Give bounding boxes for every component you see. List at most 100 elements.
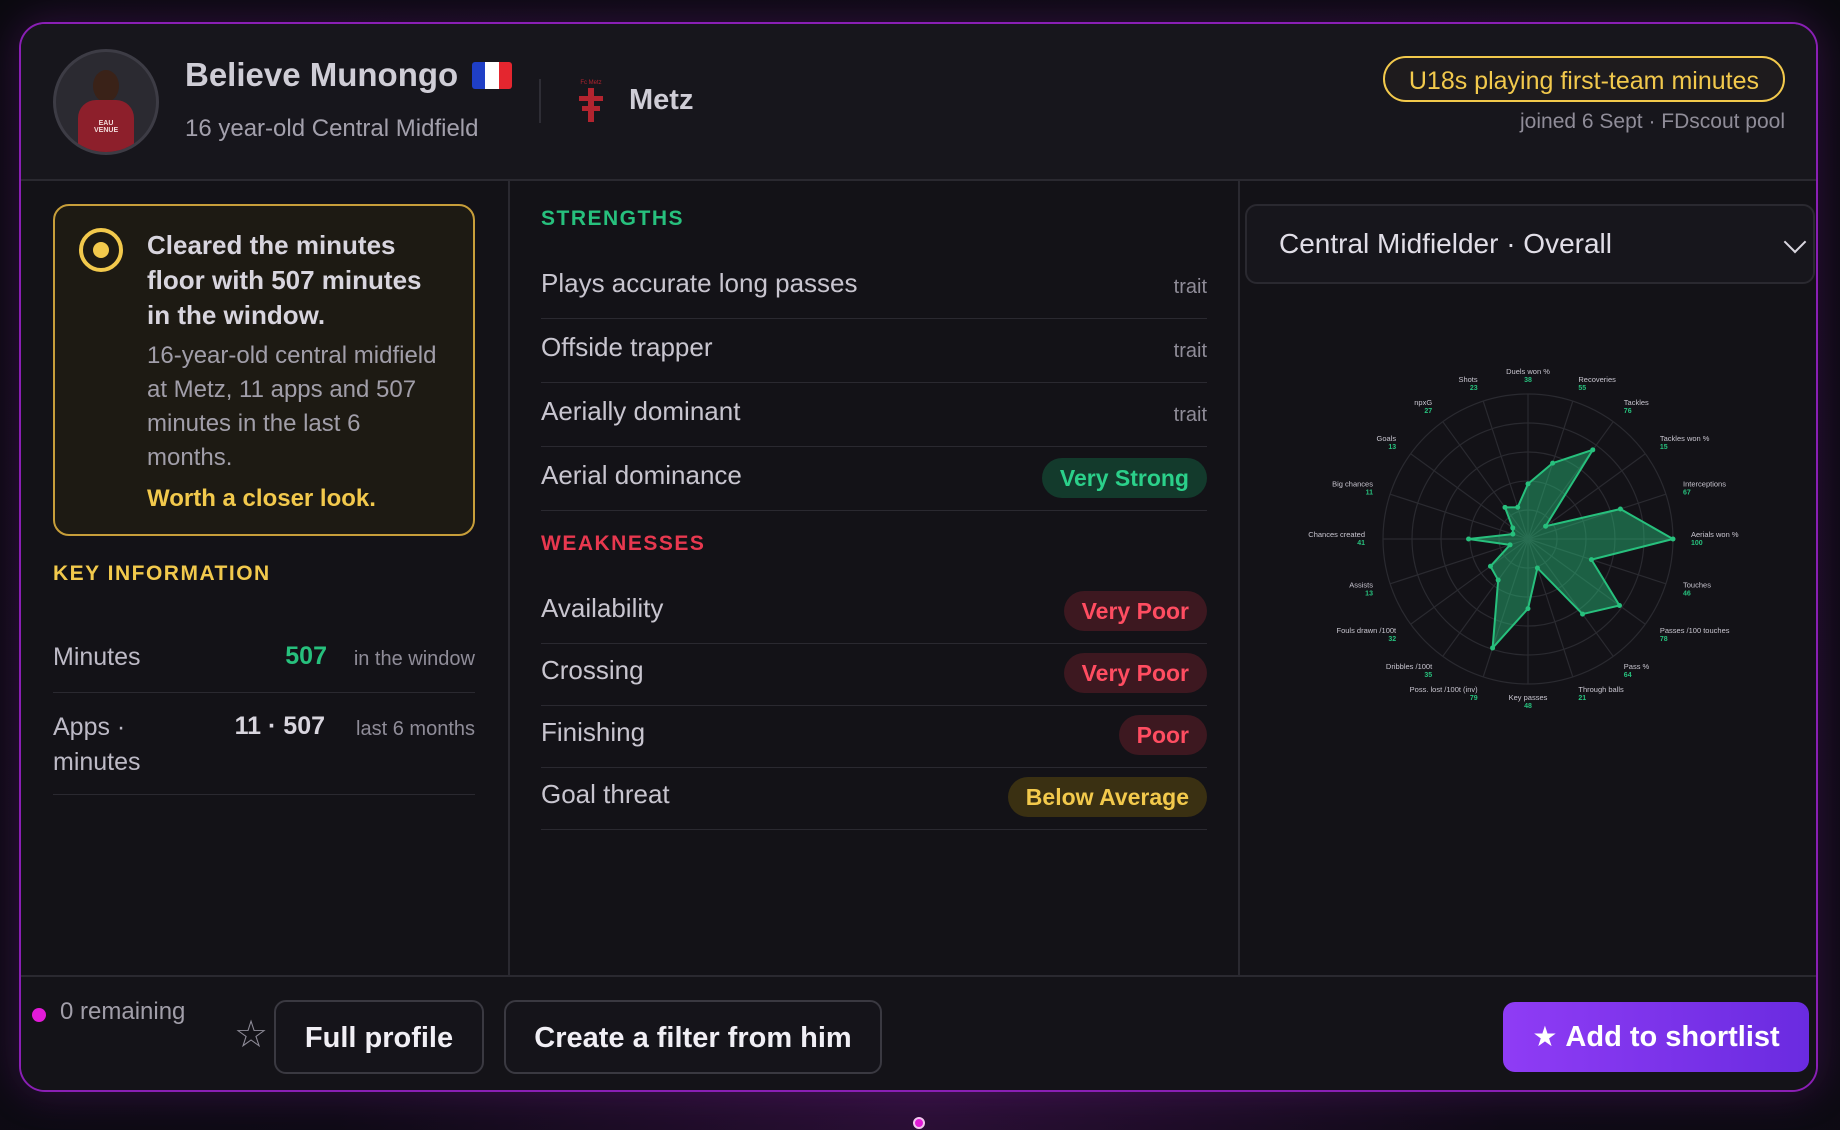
key-info-note: last 6 months xyxy=(356,718,475,740)
radar-value-label: 64 xyxy=(1624,672,1632,679)
key-info-row: Apps · minutes 11 · 507 last 6 months xyxy=(53,694,475,795)
weakness-name: Crossing xyxy=(541,655,644,685)
column-divider xyxy=(1238,179,1240,981)
remaining-count: 0 remaining xyxy=(60,998,186,1025)
rating-badge: Very Strong xyxy=(1041,458,1207,498)
radar-value-label: 13 xyxy=(1388,444,1396,451)
full-profile-button[interactable]: Full profile xyxy=(274,1000,484,1074)
notice-title: Cleared the minutes floor with 507 minut… xyxy=(147,230,422,330)
radar-axis-label: Assists xyxy=(1349,580,1373,589)
radar-axis-label: Key passes xyxy=(1509,693,1548,702)
radar-point xyxy=(1670,536,1676,542)
radar-axis-label: Interceptions xyxy=(1683,480,1726,489)
remaining-dot xyxy=(32,1008,46,1022)
key-info-label: Apps · minutes xyxy=(53,713,141,776)
pagination-dot[interactable] xyxy=(913,1117,925,1129)
radar-point xyxy=(1490,645,1496,651)
strength-name: Offside trapper xyxy=(541,332,713,362)
radar-axis-label: Dribbles /100t xyxy=(1386,662,1433,671)
rating-badge: Very Poor xyxy=(1063,653,1207,693)
radar-axis-label: Through balls xyxy=(1578,685,1624,694)
key-information-heading: KEY INFORMATION xyxy=(53,562,271,585)
radar-axis-label: npxG xyxy=(1414,398,1432,407)
key-info-label: Minutes xyxy=(53,643,141,671)
radar-value-label: 76 xyxy=(1624,408,1632,415)
weaknesses-heading: WEAKNESSES xyxy=(541,532,706,555)
strength-name: Plays accurate long passes xyxy=(541,268,858,298)
radar-point xyxy=(1495,577,1501,583)
weakness-name: Availability xyxy=(541,593,664,623)
weakness-name: Finishing xyxy=(541,717,646,747)
player-card: EAU VENUE Believe Munongo 16 year-old Ce… xyxy=(19,22,1818,1092)
radar-value-label: 21 xyxy=(1578,695,1586,702)
club-name[interactable]: Metz xyxy=(629,84,693,117)
radar-axis-label: Chances created xyxy=(1308,530,1365,539)
avatar-shirt-logo: EAU VENUE xyxy=(94,120,119,134)
radar-point xyxy=(1525,606,1531,612)
trait-tag: trait xyxy=(1173,404,1207,426)
player-avatar: EAU VENUE xyxy=(53,49,159,155)
radar-point xyxy=(1525,481,1531,487)
radar-axis-label: Shots xyxy=(1458,375,1477,384)
radar-axis-label: Duels won % xyxy=(1506,367,1550,376)
weakness-row: Availability Very Poor xyxy=(541,581,1207,644)
radar-axis-label: Fouls drawn /100t xyxy=(1337,626,1398,635)
radar-axis-label: Pass % xyxy=(1624,662,1650,671)
radar-chart: Duels won %38 Recoveries55 Tackles76 Tackle… xyxy=(1308,367,1739,710)
radar-point xyxy=(1515,504,1521,510)
radar-value-label: 78 xyxy=(1660,636,1668,643)
star-outline-icon[interactable]: ☆ xyxy=(234,1016,268,1054)
key-info-note: in the window xyxy=(353,648,475,670)
radar-value-label: 13 xyxy=(1365,590,1373,597)
strength-row: Offside trapper trait xyxy=(541,320,1207,383)
strength-name: Aerially dominant xyxy=(541,396,741,426)
radar-value-label: 35 xyxy=(1424,672,1432,679)
weakness-row: Finishing Poor xyxy=(541,705,1207,768)
weakness-name: Goal threat xyxy=(541,779,670,809)
strength-row: Aerial dominance Very Strong xyxy=(541,448,1207,511)
radar-value-label: 100 xyxy=(1691,540,1703,547)
player-name[interactable]: Believe Munongo xyxy=(185,56,458,94)
radar-point xyxy=(1510,531,1516,537)
position-profile-dropdown[interactable]: Central Midfielder · Overall xyxy=(1245,204,1815,284)
radar-spoke xyxy=(1410,453,1529,540)
radar-axis-label: Recoveries xyxy=(1578,375,1616,384)
france-flag-icon xyxy=(472,62,512,89)
radar-axis-label: Poss. lost /100t (inv) xyxy=(1410,685,1478,694)
radar-value-label: 67 xyxy=(1683,490,1691,497)
radar-point xyxy=(1617,506,1623,512)
radar-point xyxy=(1543,523,1549,529)
weakness-row: Crossing Very Poor xyxy=(541,643,1207,706)
rating-badge: Below Average xyxy=(1007,777,1207,817)
key-info-value: 507 xyxy=(285,642,327,670)
radar-point xyxy=(1590,447,1596,453)
chevron-down-icon xyxy=(1783,230,1807,254)
svg-text:Fc Metz: Fc Metz xyxy=(580,80,601,86)
radar-axis-label: Goals xyxy=(1377,434,1397,443)
radar-spoke xyxy=(1389,493,1529,540)
radar-value-label: 79 xyxy=(1470,695,1478,702)
strengths-heading: STRENGTHS xyxy=(541,207,685,230)
add-to-shortlist-button[interactable]: ★ Add to shortlist xyxy=(1503,1002,1809,1072)
radar-axis-label: Touches xyxy=(1683,580,1711,589)
u18-tag-badge: U18s playing first-team minutes xyxy=(1382,56,1785,102)
dropdown-label: Central Midfielder · Overall xyxy=(1279,228,1612,259)
minutes-notice: Cleared the minutes floor with 507 minut… xyxy=(53,204,475,536)
radar-value-label: 38 xyxy=(1524,377,1532,384)
rating-badge: Very Poor xyxy=(1063,591,1207,631)
radar-value-label: 11 xyxy=(1366,490,1374,497)
radar-value-label: 41 xyxy=(1357,540,1365,547)
radar-axis-label: Aerials won % xyxy=(1691,530,1739,539)
radar-value-label: 48 xyxy=(1524,703,1532,710)
radar-point xyxy=(1510,525,1516,531)
create-filter-button[interactable]: Create a filter from him xyxy=(504,1000,882,1074)
radar-point xyxy=(1580,611,1586,617)
strength-row: Aerially dominant trait xyxy=(541,384,1207,447)
target-icon xyxy=(79,228,123,272)
metz-crest-icon: Fc Metz xyxy=(579,80,603,122)
key-info-row: Minutes 507 in the window xyxy=(53,624,475,693)
radar-axis-label: Tackles xyxy=(1624,398,1649,407)
radar-axis-label: Big chances xyxy=(1332,480,1373,489)
notice-cta: Worth a closer look. xyxy=(147,485,376,512)
radar-value-label: 55 xyxy=(1578,385,1586,392)
